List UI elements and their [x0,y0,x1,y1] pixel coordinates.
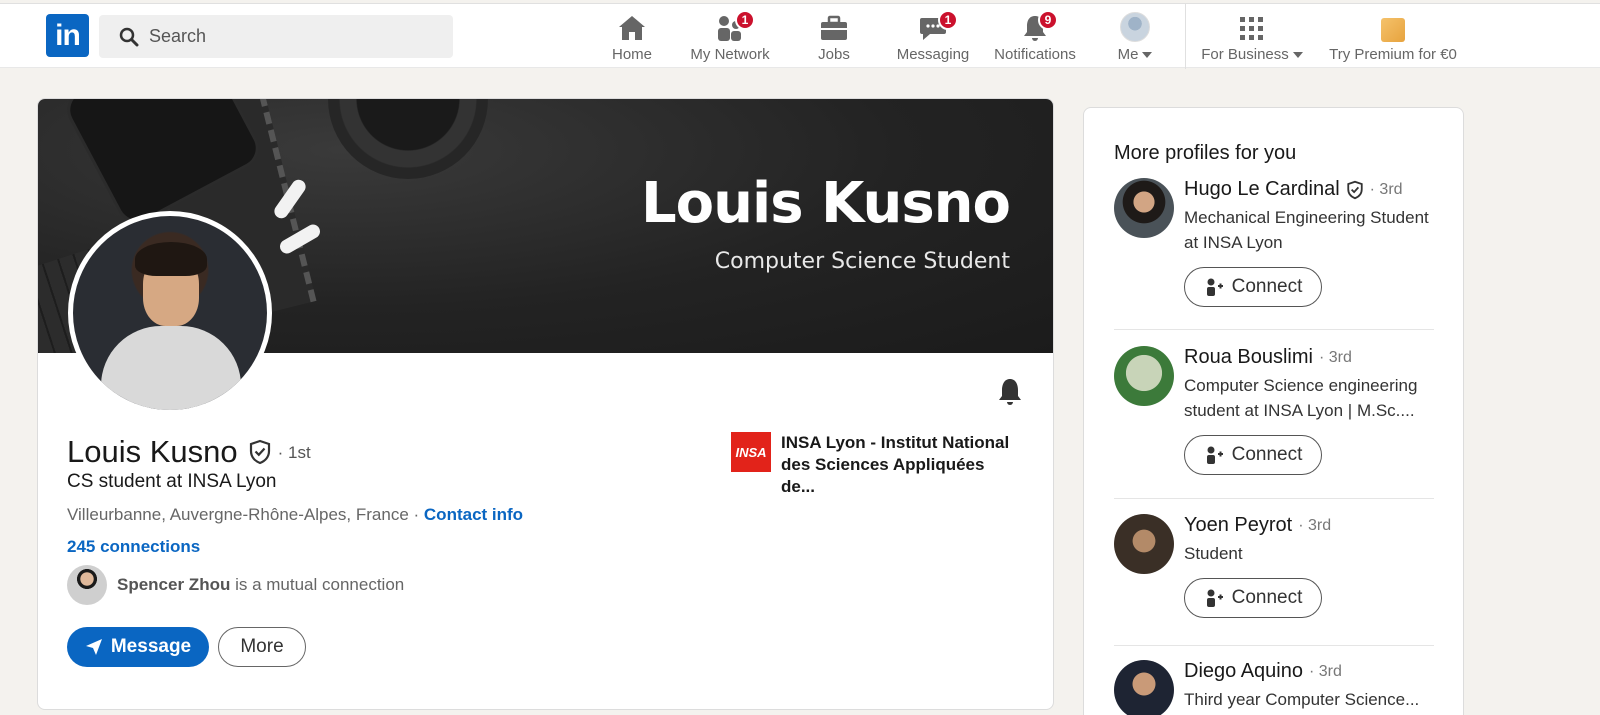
school-entry[interactable]: INSA INSA Lyon - Institut National des S… [731,432,1021,498]
suggestion-headline: Mechanical Engineering Student at INSA L… [1184,208,1429,252]
suggestion-headline-line1: Computer Science engineering [1184,376,1418,395]
nav-notifications[interactable]: 9 Notifications [990,10,1080,64]
search-icon [119,27,139,46]
connect-button-label: Connect [1231,276,1303,297]
suggestion-headline-line2: student at INSA Lyon | M.Sc.... [1184,401,1415,420]
suggestion-degree: · 3rd [1308,662,1342,680]
suggestion-headline: Third year Computer Science... [1184,690,1420,709]
more-profiles-title: More profiles for you [1114,142,1297,164]
search-box[interactable] [99,15,453,58]
profile-suggestion: Diego Aquino · 3rd Third year Computer S… [1114,660,1434,715]
verified-shield-icon [1347,180,1363,199]
suggestion-degree: · 3rd [1318,348,1352,366]
suggestion-avatar[interactable] [1114,514,1174,574]
more-button-label: More [240,636,284,657]
add-person-icon [1206,278,1223,296]
suggestion-headline: Student [1184,544,1243,563]
nav-messaging[interactable]: 1 Messaging [893,10,973,64]
connect-button[interactable]: Connect [1184,435,1322,475]
suggestion-avatar[interactable] [1114,178,1174,238]
banner-subtitle: Computer Science Student [714,249,1010,274]
profile-headline: CS student at INSA Lyon [67,471,277,492]
top-navigation-bar: in Home 1 My Network Jobs 1 Messaging [0,3,1600,69]
nav-divider [1185,4,1186,69]
suggestion-degree: · 3rd [1369,180,1403,198]
school-name: INSA Lyon - Institut National des Scienc… [781,433,1010,496]
profile-location: Villeurbanne, Auvergne-Rhône-Alpes, Fran… [67,505,409,524]
message-button[interactable]: Message [67,627,209,667]
nav-for-business-label: For Business [1201,46,1289,63]
linkedin-logo[interactable]: in [46,14,89,57]
profile-suggestion: Hugo Le Cardinal · 3rd Mechanical Engine… [1114,178,1434,318]
nav-my-network[interactable]: 1 My Network [685,10,775,64]
nav-me[interactable]: Me [1108,10,1162,64]
suggestion-name[interactable]: Hugo Le Cardinal [1184,178,1340,201]
contact-info-link[interactable]: Contact info [424,505,523,524]
messaging-badge: 1 [938,10,958,30]
connect-button[interactable]: Connect [1184,578,1322,618]
mutual-connection-name: Spencer Zhou [117,575,231,594]
profile-suggestion: Yoen Peyrot · 3rd Student Connect [1114,514,1434,634]
photo-hoodie [101,326,241,410]
notifications-badge: 9 [1038,10,1058,30]
nav-me-label: Me [1117,46,1139,63]
verified-shield-icon[interactable] [248,439,272,465]
message-button-label: Message [110,636,192,657]
location-separator: · [408,505,424,524]
mutual-connection-text: is a mutual connection [230,575,405,594]
connections-link[interactable]: 245 connections [67,537,200,557]
banner-name: Louis Kusno [641,171,1011,236]
nav-home-label: Home [611,46,652,63]
suggestion-name[interactable]: Diego Aquino [1184,660,1303,683]
bell-icon [999,379,1021,405]
send-icon [85,639,102,655]
suggestion-degree: · 3rd [1298,516,1332,534]
connect-button[interactable]: Connect [1184,267,1322,307]
suggestion-name[interactable]: Yoen Peyrot [1184,514,1292,537]
grid-icon [1240,17,1263,40]
notification-bell-button[interactable] [996,377,1024,412]
premium-icon [1381,18,1405,42]
connect-button-label: Connect [1231,587,1303,608]
profile-photo[interactable] [68,211,272,415]
suggestion-avatar[interactable] [1114,660,1174,715]
nav-for-business[interactable]: For Business [1198,10,1306,64]
nav-try-premium-label: Try Premium for €0 [1329,46,1457,63]
add-person-icon [1206,589,1223,607]
nav-notifications-label: Notifications [994,46,1076,63]
more-profiles-panel: More profiles for you Hugo Le Cardinal ·… [1083,107,1464,715]
nav-messaging-label: Messaging [896,46,970,63]
my-network-badge: 1 [735,10,755,30]
nav-jobs[interactable]: Jobs [804,10,864,64]
connection-degree: · 1st [277,443,311,462]
profile-name: Louis Kusno [67,434,238,469]
banner-cup-graphic [328,99,488,179]
profile-card: Louis Kusno Computer Science Student Lou… [37,98,1054,710]
suggestion-name[interactable]: Roua Bouslimi [1184,346,1313,369]
profile-name-row: Louis Kusno · 1st [67,434,311,470]
suggestion-divider [1114,329,1434,330]
profile-suggestion: Roua Bouslimi · 3rd Computer Science eng… [1114,346,1434,486]
connect-button-label: Connect [1231,444,1303,465]
chevron-down-icon [1142,52,1153,59]
insa-logo: INSA [731,432,771,472]
search-input[interactable] [149,26,429,47]
mutual-connection-avatar [67,565,107,605]
briefcase-icon [821,15,847,40]
chevron-down-icon [1292,52,1303,59]
suggestion-avatar[interactable] [1114,346,1174,406]
mutual-connection[interactable]: Spencer Zhou is a mutual connection [67,565,404,605]
nav-try-premium[interactable]: Try Premium for €0 [1328,10,1458,64]
photo-hair [135,242,207,276]
user-avatar [1120,12,1150,42]
nav-my-network-label: My Network [690,46,770,63]
location-row: Villeurbanne, Auvergne-Rhône-Alpes, Fran… [67,505,523,525]
home-icon [619,16,645,40]
suggestion-divider [1114,645,1434,646]
nav-jobs-label: Jobs [818,46,850,63]
add-person-icon [1206,446,1223,464]
suggestion-divider [1114,498,1434,499]
nav-home[interactable]: Home [602,10,662,64]
more-button[interactable]: More [218,627,306,667]
